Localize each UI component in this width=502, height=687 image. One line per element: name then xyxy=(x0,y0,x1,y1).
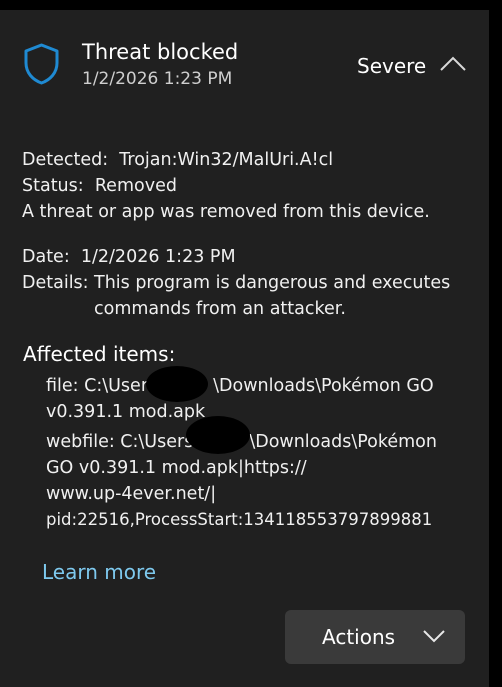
detected-row: Detected: Trojan:Win32/MalUri.A!cl xyxy=(22,147,333,173)
severity-label: Severe xyxy=(357,54,427,78)
detected-label: Detected: xyxy=(22,150,109,170)
actions-button[interactable]: Actions xyxy=(285,610,465,664)
date-label: Date: xyxy=(22,247,70,267)
affected-item-file[interactable]: file: C:\Users \Downloads\Pokémon GO v0.3… xyxy=(46,373,446,425)
details-label: Details: xyxy=(22,273,89,293)
chevron-down-icon xyxy=(423,630,445,643)
threat-timestamp: 1/2/2026 1:23 PM xyxy=(82,69,233,89)
redaction-mark xyxy=(146,366,208,402)
learn-more-link[interactable]: Learn more xyxy=(42,559,156,585)
status-label: Status: xyxy=(22,176,84,196)
date-value: 1/2/2026 1:23 PM xyxy=(80,247,236,267)
file-path-line2: v0.391.1 mod.apk xyxy=(46,402,206,422)
date-row: Date: 1/2/2026 1:23 PM xyxy=(22,244,236,270)
window-edge xyxy=(489,0,502,687)
file-path-prefix: file: C:\Users xyxy=(46,376,158,396)
status-message: A threat or app was removed from this de… xyxy=(22,202,430,222)
webfile-path-line2: GO v0.391.1 mod.apk|https:// xyxy=(46,458,307,478)
collapse-chevron-up-icon[interactable] xyxy=(437,50,469,78)
status-row: Status: Removed xyxy=(22,173,177,199)
threat-title: Threat blocked xyxy=(82,40,239,64)
webfile-path-line4: pid:22516,ProcessStart:13411855379789988… xyxy=(46,510,433,529)
shield-icon xyxy=(24,43,59,85)
affected-items-heading: Affected items: xyxy=(23,342,176,366)
webfile-path-prefix: webfile: C:\Users xyxy=(46,432,194,452)
redaction-mark xyxy=(186,416,250,454)
webfile-path-line3: www.up-4ever.net/| xyxy=(46,484,217,504)
actions-label: Actions xyxy=(322,625,396,649)
details-value: This program is dangerous and executes c… xyxy=(94,273,451,319)
webfile-path-suffix: \Downloads\Pokémon xyxy=(249,432,437,452)
file-path-suffix: \Downloads\Pokémon GO xyxy=(213,376,434,396)
affected-item-webfile[interactable]: webfile: C:\Users \Downloads\Pokémon GO v… xyxy=(46,429,446,533)
status-value: Removed xyxy=(94,176,177,196)
detected-value: Trojan:Win32/MalUri.A!cl xyxy=(119,150,334,170)
